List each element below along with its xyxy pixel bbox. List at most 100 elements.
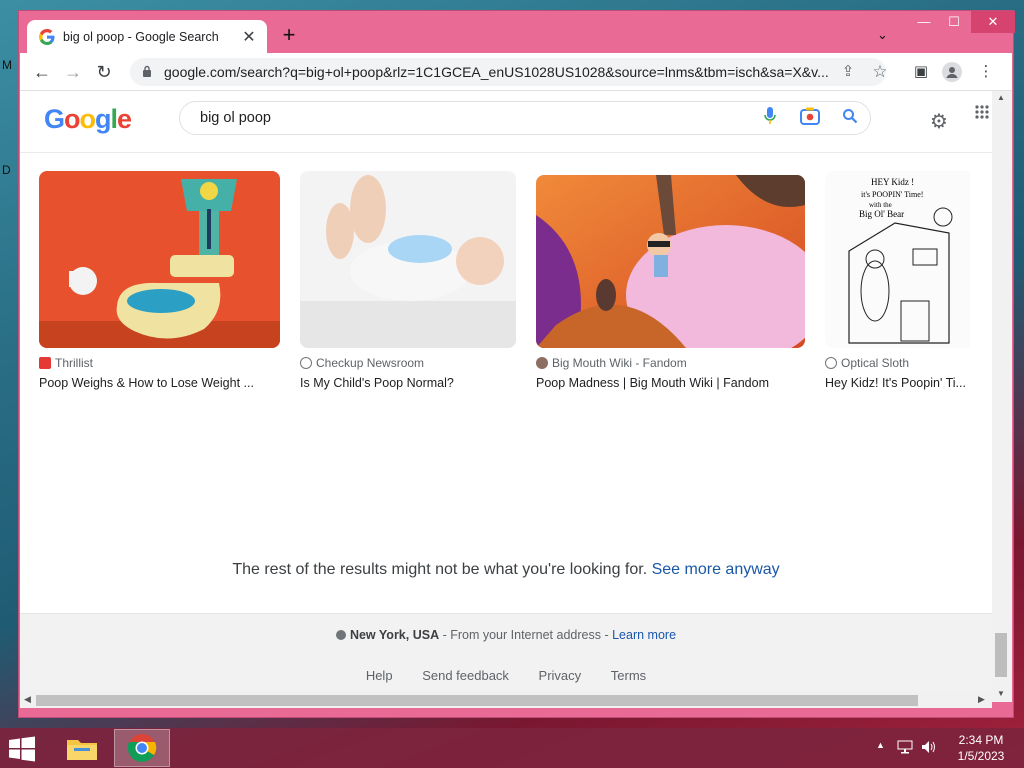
settings-gear-icon[interactable]: ⚙ — [926, 109, 952, 134]
result-source[interactable]: Checkup Newsroom — [300, 356, 516, 370]
globe-icon — [825, 357, 837, 369]
footer-link-help[interactable]: Help — [366, 668, 393, 683]
logo-letter: g — [95, 104, 111, 134]
result-source[interactable]: Thrillist — [39, 356, 280, 370]
result-image[interactable]: HEY Kidz ! it's POOPIN' Time! with the B… — [825, 171, 970, 348]
scroll-right-arrow-icon[interactable]: ▶ — [978, 694, 985, 705]
browser-window: big ol poop - Google Search ✕ + ⌄ — ☐ ✕ … — [18, 10, 1015, 718]
profile-avatar-icon[interactable] — [942, 62, 962, 82]
taskbar-clock[interactable]: 2:34 PM 1/5/2023 — [946, 732, 1016, 764]
result-source-name: Big Mouth Wiki - Fandom — [552, 356, 687, 370]
taskbar: ▲ 2:34 PM 1/5/2023 — [0, 728, 1024, 768]
image-result-card[interactable]: Checkup Newsroom Is My Child's Poop Norm… — [300, 171, 516, 390]
image-result-card[interactable]: Thrillist Poop Weighs & How to Lose Weig… — [39, 171, 280, 390]
source-favicon-icon — [536, 357, 548, 369]
reload-button[interactable]: ↻ — [92, 60, 116, 84]
globe-icon — [300, 357, 312, 369]
tray-overflow-icon[interactable]: ▲ — [876, 740, 885, 750]
address-bar[interactable]: google.com/search?q=big+ol+poop&rlz=1C1G… — [130, 58, 886, 86]
share-icon[interactable]: ⇪ — [838, 58, 858, 86]
notice-text: The rest of the results might not be wha… — [232, 561, 648, 578]
file-explorer-icon[interactable] — [54, 729, 110, 767]
lens-camera-icon[interactable] — [790, 107, 830, 130]
google-apps-icon[interactable] — [972, 105, 992, 121]
browser-toolbar: ← → ↻ google.com/search?q=big+ol+poop&rl… — [20, 53, 1012, 91]
result-source[interactable]: Big Mouth Wiki - Fandom — [536, 356, 805, 370]
page-footer: New York, USA - From your Internet addre… — [20, 613, 992, 702]
minimize-button[interactable]: — — [909, 11, 939, 33]
maximize-button[interactable]: ☐ — [939, 11, 969, 33]
source-favicon-icon — [39, 357, 51, 369]
new-tab-button[interactable]: + — [277, 24, 301, 48]
tab-google-search[interactable]: big ol poop - Google Search ✕ — [27, 20, 267, 53]
learn-more-link[interactable]: Learn more — [612, 628, 676, 642]
result-source-name: Optical Sloth — [841, 356, 910, 370]
back-button[interactable]: ← — [30, 60, 54, 84]
google-logo[interactable]: Google — [44, 104, 132, 135]
sketch-text: HEY Kidz ! — [871, 177, 914, 187]
location-line: New York, USA - From your Internet addre… — [20, 628, 992, 642]
tab-search-icon[interactable]: ⌄ — [877, 27, 888, 43]
volume-icon[interactable] — [921, 740, 937, 757]
bookmark-star-icon[interactable]: ☆ — [870, 58, 890, 86]
desktop-edge-text: D — [2, 163, 11, 177]
browser-menu-icon[interactable]: ⋮ — [976, 58, 996, 86]
footer-link-send-feedback[interactable]: Send feedback — [422, 668, 509, 683]
google-header: Google big ol poop ⚙ — [20, 91, 992, 153]
footer-link-terms[interactable]: Terms — [611, 668, 646, 683]
more-results-notice: The rest of the results might not be wha… — [20, 561, 992, 579]
sketch-text: with the — [869, 201, 892, 209]
result-title[interactable]: Poop Madness | Big Mouth Wiki | Fandom — [536, 376, 805, 390]
search-icon[interactable] — [830, 108, 870, 129]
logo-letter: o — [64, 104, 80, 134]
result-source[interactable]: Optical Sloth — [825, 356, 970, 370]
result-image[interactable] — [536, 175, 805, 348]
desktop-edge-text: M — [2, 58, 12, 72]
result-title[interactable]: Hey Kidz! It's Poopin' Ti... — [825, 376, 970, 390]
tab-strip: big ol poop - Google Search ✕ + ⌄ — ☐ ✕ — [19, 11, 1015, 53]
clock-date: 1/5/2023 — [957, 749, 1005, 763]
close-tab-icon[interactable]: ✕ — [241, 27, 257, 47]
result-title[interactable]: Poop Weighs & How to Lose Weight ... — [39, 376, 280, 390]
footer-links: Help Send feedback Privacy Terms — [20, 668, 992, 683]
scroll-left-arrow-icon[interactable]: ◀ — [24, 694, 31, 705]
sketch-text: it's POOPIN' Time! — [861, 190, 923, 199]
result-image[interactable] — [300, 171, 516, 348]
image-result-card[interactable]: Big Mouth Wiki - Fandom Poop Madness | B… — [536, 171, 805, 390]
tab-title: big ol poop - Google Search — [63, 29, 219, 44]
lock-icon[interactable] — [142, 65, 156, 80]
location-dot-icon — [335, 630, 346, 640]
result-source-name: Thrillist — [55, 356, 93, 370]
result-source-name: Checkup Newsroom — [316, 356, 425, 370]
forward-button[interactable]: → — [61, 60, 85, 84]
horizontal-scrollbar[interactable]: ◀ ▶ — [20, 692, 992, 708]
horizontal-scroll-thumb[interactable] — [36, 695, 918, 706]
footer-link-privacy[interactable]: Privacy — [539, 668, 582, 683]
logo-letter: G — [44, 104, 65, 134]
vertical-scroll-thumb[interactable] — [995, 633, 1007, 677]
logo-letter: o — [79, 104, 96, 134]
search-input[interactable]: big ol poop — [200, 110, 750, 126]
location-source-text: - From your Internet address - — [439, 628, 613, 642]
scroll-up-arrow-icon[interactable]: ▲ — [997, 93, 1005, 102]
chrome-taskbar-icon[interactable] — [114, 729, 170, 767]
result-image[interactable] — [39, 171, 280, 348]
logo-letter: e — [117, 104, 132, 134]
page-content: Google big ol poop ⚙ Thrillist Poop Weig… — [20, 91, 992, 702]
voice-search-icon[interactable] — [750, 106, 790, 130]
url-text[interactable]: google.com/search?q=big+ol+poop&rlz=1C1G… — [164, 64, 834, 80]
scroll-down-arrow-icon[interactable]: ▼ — [997, 689, 1005, 698]
google-favicon-icon — [39, 28, 55, 45]
clock-time: 2:34 PM — [958, 733, 1004, 747]
see-more-anyway-link[interactable]: See more anyway — [652, 561, 780, 578]
vertical-scrollbar[interactable]: ▲ ▼ — [992, 91, 1012, 702]
network-icon[interactable] — [897, 740, 913, 757]
sketch-text: Big Ol' Bear — [859, 209, 904, 219]
result-title[interactable]: Is My Child's Poop Normal? — [300, 376, 516, 390]
close-window-button[interactable]: ✕ — [971, 11, 1015, 33]
location-name: New York, USA — [349, 628, 440, 642]
search-box[interactable]: big ol poop — [179, 101, 871, 135]
windows-start-icon[interactable] — [8, 736, 38, 762]
side-panel-icon[interactable]: ▣ — [911, 58, 931, 86]
image-result-card[interactable]: HEY Kidz ! it's POOPIN' Time! with the B… — [825, 171, 970, 390]
